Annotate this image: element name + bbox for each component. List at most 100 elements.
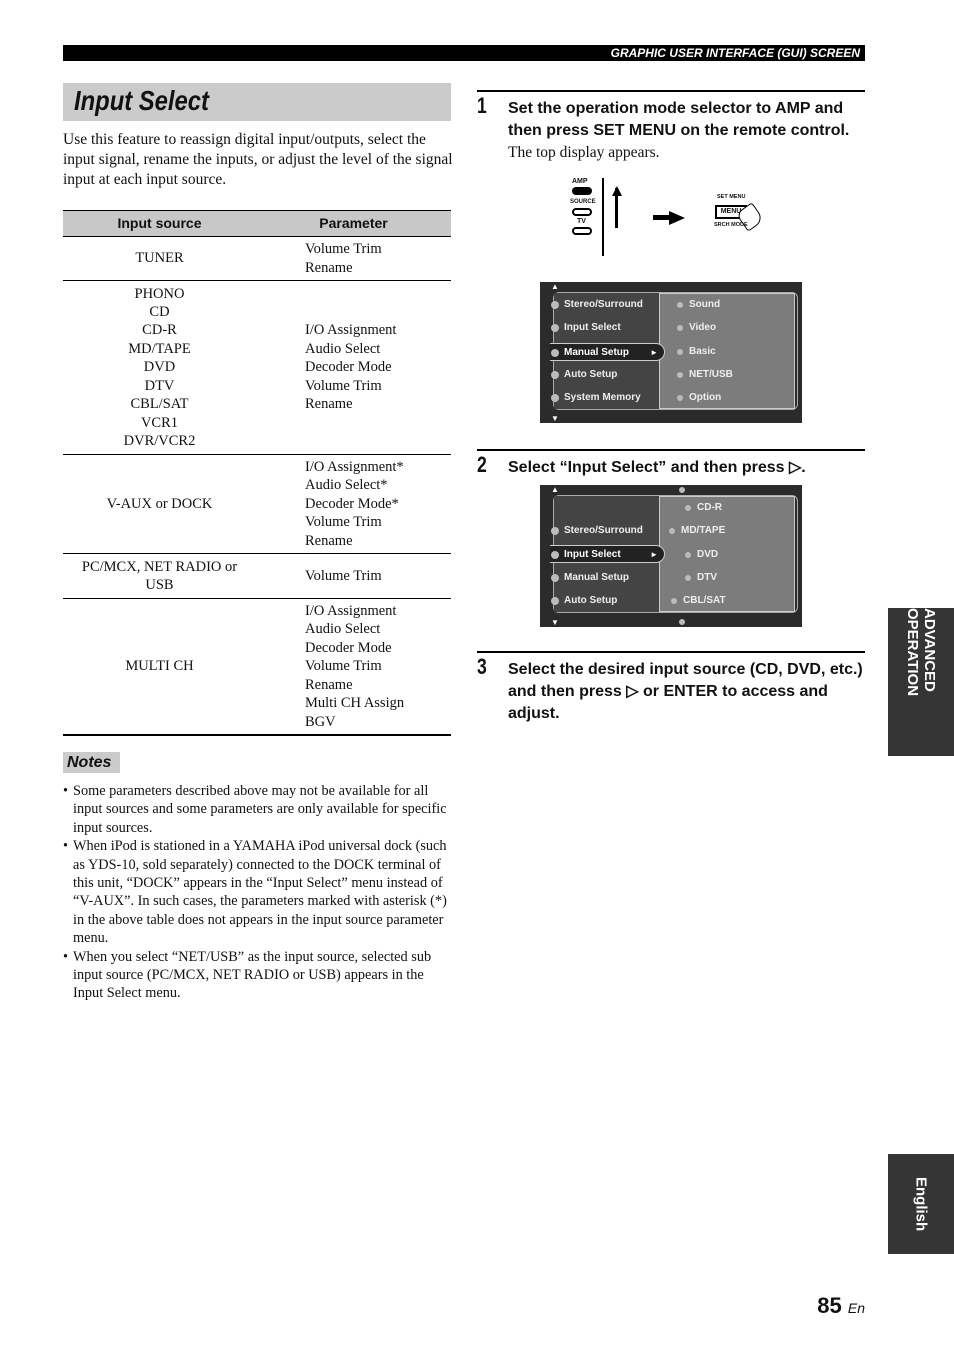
section-header: GRAPHIC USER INTERFACE (GUI) SCREEN: [63, 45, 865, 61]
notes-label: Notes: [63, 752, 120, 773]
parameter-name: I/O Assignment: [305, 603, 397, 620]
tv-label: TV: [577, 218, 586, 225]
selector-line: [602, 178, 604, 256]
gui-menu-item-label: Auto Setup: [564, 368, 618, 380]
gui-submenu-item: DTV: [685, 569, 717, 587]
scroll-down-icon: ▼: [551, 618, 559, 627]
tv-button[interactable]: [572, 227, 592, 235]
table-row: V-AUX or DOCK I/O Assignment* Audio Select…: [63, 455, 451, 554]
page-title-box: Input Select: [63, 83, 451, 121]
parameter-name: Rename: [305, 532, 353, 549]
gui-menu-item: Stereo/Surround: [550, 296, 665, 314]
amp-label: AMP: [572, 178, 588, 185]
page-number-value: 85: [817, 1293, 842, 1318]
parameter-cell: I/O Assignment* Audio Select* Decoder Mode…: [256, 458, 451, 550]
input-source-name: TUNER: [135, 250, 184, 267]
remote-diagram: AMP SOURCE TV SET MENU MENU SRCH MODE: [565, 178, 775, 256]
input-source-name: PHONO: [134, 285, 185, 302]
parameter-name: Rename: [305, 676, 353, 693]
scroll-up-icon: ▲: [551, 485, 559, 494]
page-number: 85 En: [817, 1293, 865, 1319]
step-1: 1 Set the operation mode selector to AMP…: [477, 90, 865, 161]
table-row: PC/MCX, NET RADIO or USB Volume Trim: [63, 554, 451, 599]
gui-menu-item-label: Stereo/Surround: [564, 299, 643, 310]
notes-list: Some parameters described above may not …: [63, 782, 453, 1003]
side-tab-english[interactable]: English: [888, 1154, 954, 1254]
input-source-cell: MULTI CH: [63, 657, 256, 675]
step-number: 3: [477, 654, 487, 679]
input-source-cell: PC/MCX, NET RADIO or USB: [63, 558, 256, 595]
gui-menu-item: Input Select ►: [550, 545, 665, 564]
gui-submenu-item: Video: [677, 319, 716, 337]
parameter-name: Decoder Mode: [305, 639, 392, 656]
amp-button[interactable]: [572, 187, 592, 195]
gui-menu-item: Input Select: [550, 319, 665, 337]
scroll-down-icon: ▼: [551, 414, 559, 423]
gui-menu-item: Auto Setup: [550, 366, 665, 384]
input-source-cell: PHONO CD CD-R MD/TAPE DVD DTV CBL/SAT VCR1 DVR/V…: [63, 285, 256, 451]
step-number: 1: [477, 93, 487, 118]
parameter-name: Decoder Mode: [305, 359, 392, 376]
header-parameter: Parameter: [319, 215, 388, 231]
parameter-name: I/O Assignment*: [305, 458, 404, 475]
gui-menu-item: Stereo/Surround: [550, 522, 665, 540]
step-3: 3 Select the desired input source (CD, D…: [477, 651, 865, 731]
parameter-name: I/O Assignment: [305, 322, 397, 339]
parameter-name: Volume Trim: [305, 514, 382, 531]
gui-menu-item-label: Input Select: [564, 549, 621, 561]
gui-submenu-item: Basic: [677, 343, 716, 361]
parameter-name: Audio Select*: [305, 477, 388, 494]
gui-menu-item: Manual Setup: [550, 569, 665, 587]
header-input-source: Input source: [117, 215, 202, 231]
page-title: Input Select: [74, 85, 209, 116]
gui-menu-item: Auto Setup: [550, 592, 665, 610]
parameter-name: Volume Trim: [305, 241, 382, 258]
input-source-name: VCR1: [140, 414, 179, 431]
gui-menu-item-label: Stereo/Surround: [564, 525, 643, 536]
parameter-name: Rename: [305, 259, 353, 276]
parameter-name: Volume Trim: [305, 567, 382, 584]
page-language: En: [847, 1300, 865, 1316]
gui-menu-item: System Memory: [550, 389, 665, 407]
gui-menu-item-label: Manual Setup: [564, 571, 630, 583]
gui-submenu-item: MD/TAPE: [669, 522, 725, 540]
parameter-cell: I/O Assignment Audio Select Decoder Mode Vo…: [256, 602, 451, 731]
input-source-name: USB: [145, 577, 174, 593]
input-source-name: CD: [149, 304, 170, 321]
step-subtext: The top display appears.: [508, 144, 660, 161]
parameter-name: Volume Trim: [305, 658, 382, 675]
step-text: Select the desired input source (CD, DVD…: [508, 661, 863, 722]
parameter-name: Audio Select: [305, 340, 381, 357]
parameter-cell: I/O Assignment Audio Select Decoder Mode Vo…: [256, 321, 451, 413]
source-label: SOURCE: [570, 199, 596, 205]
step-2: 2 Select “Input Select” and then press ▷…: [477, 449, 865, 489]
gui-menu-item-label: System Memory: [564, 392, 641, 404]
intro-paragraph: Use this feature to reassign digital inp…: [63, 131, 453, 188]
input-source-name: V-AUX or DOCK: [106, 495, 213, 512]
gui-submenu-item: Option: [677, 389, 721, 407]
gui-submenu-item: NET/USB: [677, 366, 733, 384]
gui-menu-item-label: Input Select: [564, 322, 621, 334]
source-button[interactable]: [572, 208, 592, 216]
gui-dot-icon: [679, 487, 685, 493]
input-source-name: MULTI CH: [125, 658, 194, 675]
srch-mode-label: SRCH MODE: [714, 222, 748, 228]
gui-submenu-item: CBL/SAT: [671, 592, 726, 610]
input-source-cell: TUNER: [63, 249, 256, 267]
note-item: Some parameters described above may not …: [63, 782, 453, 837]
gui-submenu-item: DVD: [685, 546, 718, 564]
play-arrow-icon: ►: [650, 347, 658, 357]
input-source-name: DVR/VCR2: [123, 432, 196, 449]
gui-input-select-screen: ▲ ▼ Stereo/Surround Input Select ► Manual Set…: [540, 485, 802, 627]
table-row: PHONO CD CD-R MD/TAPE DVD DTV CBL/SAT VCR1 DVR/V…: [63, 281, 451, 455]
parameter-cell: Volume Trim: [256, 567, 451, 585]
note-item: When iPod is stationed in a YAMAHA iPod …: [63, 837, 453, 947]
side-tab-advanced-operation[interactable]: ADVANCED OPERATION: [888, 608, 954, 756]
play-arrow-icon: ►: [650, 550, 658, 560]
set-menu-label: SET MENU: [717, 194, 746, 200]
table-row: MULTI CH I/O Assignment Audio Select Decode…: [63, 599, 451, 736]
gui-dot-icon: [679, 619, 685, 625]
parameter-name: Rename: [305, 396, 353, 413]
step-text: Set the operation mode selector to AMP a…: [508, 100, 850, 139]
parameter-cell: Volume Trim Rename: [256, 240, 451, 277]
